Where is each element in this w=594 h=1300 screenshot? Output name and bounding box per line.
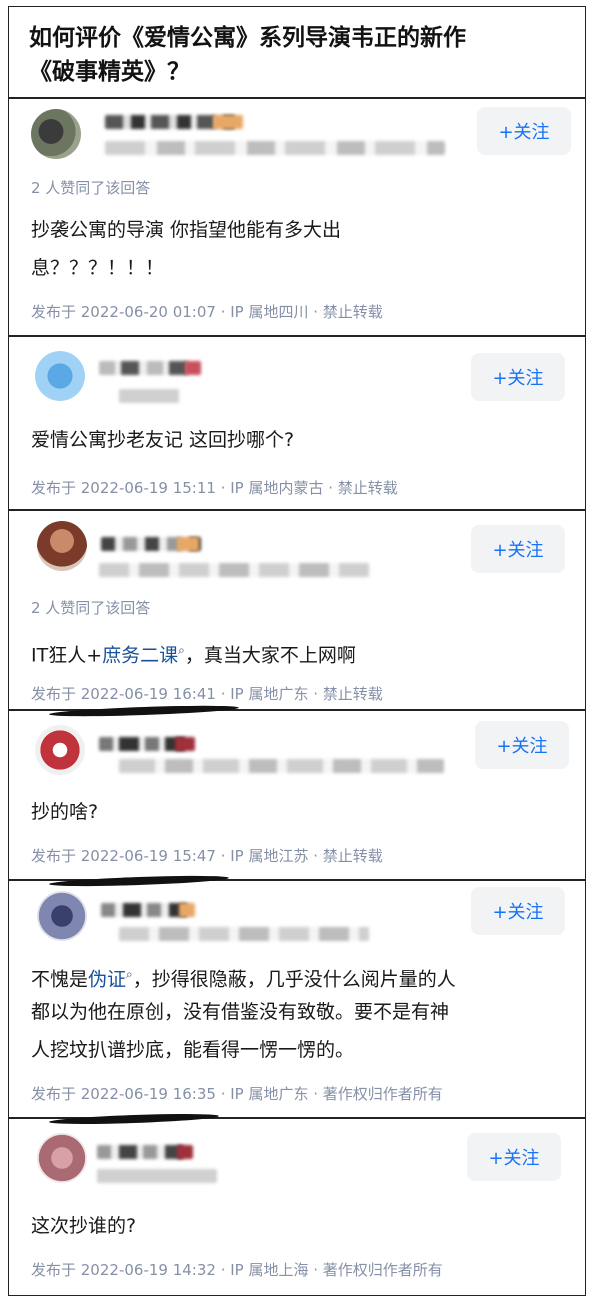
answer-card: +关注 爱情公寓抄老友记 这回抄哪个? 发布于 2022-06-19 15:11… — [8, 336, 586, 510]
blurred-bio — [119, 927, 369, 941]
avatar[interactable] — [35, 725, 85, 775]
blurred-bio — [97, 1169, 217, 1183]
answer-card: +关注 抄的啥? 发布于 2022-06-19 15:47 · IP 属地江苏 … — [8, 703, 586, 880]
content-text-post: ，抄得很隐蔽，几乎没什么阅片量的人 — [132, 968, 456, 991]
question-header: 如何评价《爱情公寓》系列导演韦正的新作 《破事精英》？ — [8, 6, 586, 98]
magnifier-icon: ⌕ — [126, 967, 133, 981]
avatar[interactable] — [37, 891, 87, 941]
follow-button[interactable]: +关注 — [471, 353, 565, 401]
follow-button[interactable]: +关注 — [467, 1133, 561, 1181]
blurred-badge — [213, 115, 243, 129]
blurred-bio — [119, 389, 179, 403]
follow-button[interactable]: +关注 — [471, 525, 565, 573]
answer-card: +关注 这次抄谁的? 发布于 2022-06-19 14:32 · IP 属地上… — [8, 1112, 586, 1296]
answer-meta: 发布于 2022-06-19 16:35 · IP 属地广东 · 著作权归作者所… — [31, 1085, 443, 1103]
answer-content-line2: 息？？？！！！ — [31, 257, 165, 279]
blurred-username — [101, 903, 191, 917]
answer-meta: 发布于 2022-06-20 01:07 · IP 属地四川 · 禁止转载 — [31, 303, 383, 321]
answer-content: IT狂人+庶务二课⌕，真当大家不上网啊 — [31, 633, 356, 672]
blurred-badge — [177, 1145, 193, 1159]
avatar[interactable] — [35, 351, 85, 401]
answer-meta: 发布于 2022-06-19 14:32 · IP 属地上海 · 著作权归作者所… — [31, 1261, 443, 1279]
follow-button[interactable]: +关注 — [475, 721, 569, 769]
answer-content-line1: 抄袭公寓的导演 你指望他能有多大出 — [31, 219, 342, 241]
question-title-line1[interactable]: 如何评价《爱情公寓》系列导演韦正的新作 — [29, 21, 565, 55]
follow-button[interactable]: +关注 — [477, 107, 571, 155]
avatar[interactable] — [31, 109, 81, 159]
answer-meta: 发布于 2022-06-19 15:47 · IP 属地江苏 · 禁止转载 — [31, 847, 383, 865]
blurred-badge — [185, 361, 201, 375]
content-text-pre: 不愧是 — [31, 968, 89, 991]
answer-content-line1: 这次抄谁的? — [31, 1215, 137, 1237]
answer-card: +关注 2 人赞同了该回答 抄袭公寓的导演 你指望他能有多大出 息？？？！！！ … — [8, 98, 586, 336]
answer-content-line1: 爱情公寓抄老友记 这回抄哪个? — [31, 429, 295, 451]
search-link[interactable]: 庶务二课 — [102, 644, 178, 666]
answer-meta: 发布于 2022-06-19 16:41 · IP 属地广东 · 禁止转载 — [31, 685, 383, 703]
avatar[interactable] — [37, 1133, 87, 1183]
blurred-badge — [179, 903, 195, 917]
likes-count[interactable]: 2 人赞同了该回答 — [31, 177, 150, 198]
blurred-bio — [105, 141, 445, 155]
answer-card: +关注 不愧是伪证⌕，抄得很隐蔽，几乎没什么阅片量的人 都以为他在原创，没有借鉴… — [8, 873, 586, 1118]
answer-content-line3: 人挖坟扒谱抄底，能看得一愣一愣的。 — [31, 1039, 355, 1061]
blurred-badge — [177, 537, 199, 551]
answer-card: +关注 2 人赞同了该回答 IT狂人+庶务二课⌕，真当大家不上网啊 发布于 20… — [8, 510, 586, 710]
question-title-line2[interactable]: 《破事精英》？ — [29, 55, 565, 89]
answer-meta: 发布于 2022-06-19 15:11 · IP 属地内蒙古 · 禁止转载 — [31, 479, 398, 497]
magnifier-icon: ⌕ — [178, 643, 185, 657]
answer-content-line1: 不愧是伪证⌕，抄得很隐蔽，几乎没什么阅片量的人 — [31, 957, 456, 996]
content-text-pre: IT狂人+ — [31, 644, 103, 667]
blurred-bio — [119, 759, 444, 773]
answer-content-line2: 都以为他在原创，没有借鉴没有致敬。要不是有神 — [31, 1001, 450, 1023]
blurred-username — [99, 361, 189, 375]
blurred-badge — [175, 737, 195, 751]
answer-content-line1: 抄的啥? — [31, 801, 99, 823]
content-text-post: ，真当大家不上网啊 — [184, 644, 356, 667]
likes-count[interactable]: 2 人赞同了该回答 — [31, 597, 150, 618]
avatar[interactable] — [37, 521, 87, 571]
blurred-username — [97, 1145, 187, 1159]
blurred-bio — [99, 563, 369, 577]
search-link[interactable]: 伪证 — [88, 968, 126, 990]
follow-button[interactable]: +关注 — [471, 887, 565, 935]
